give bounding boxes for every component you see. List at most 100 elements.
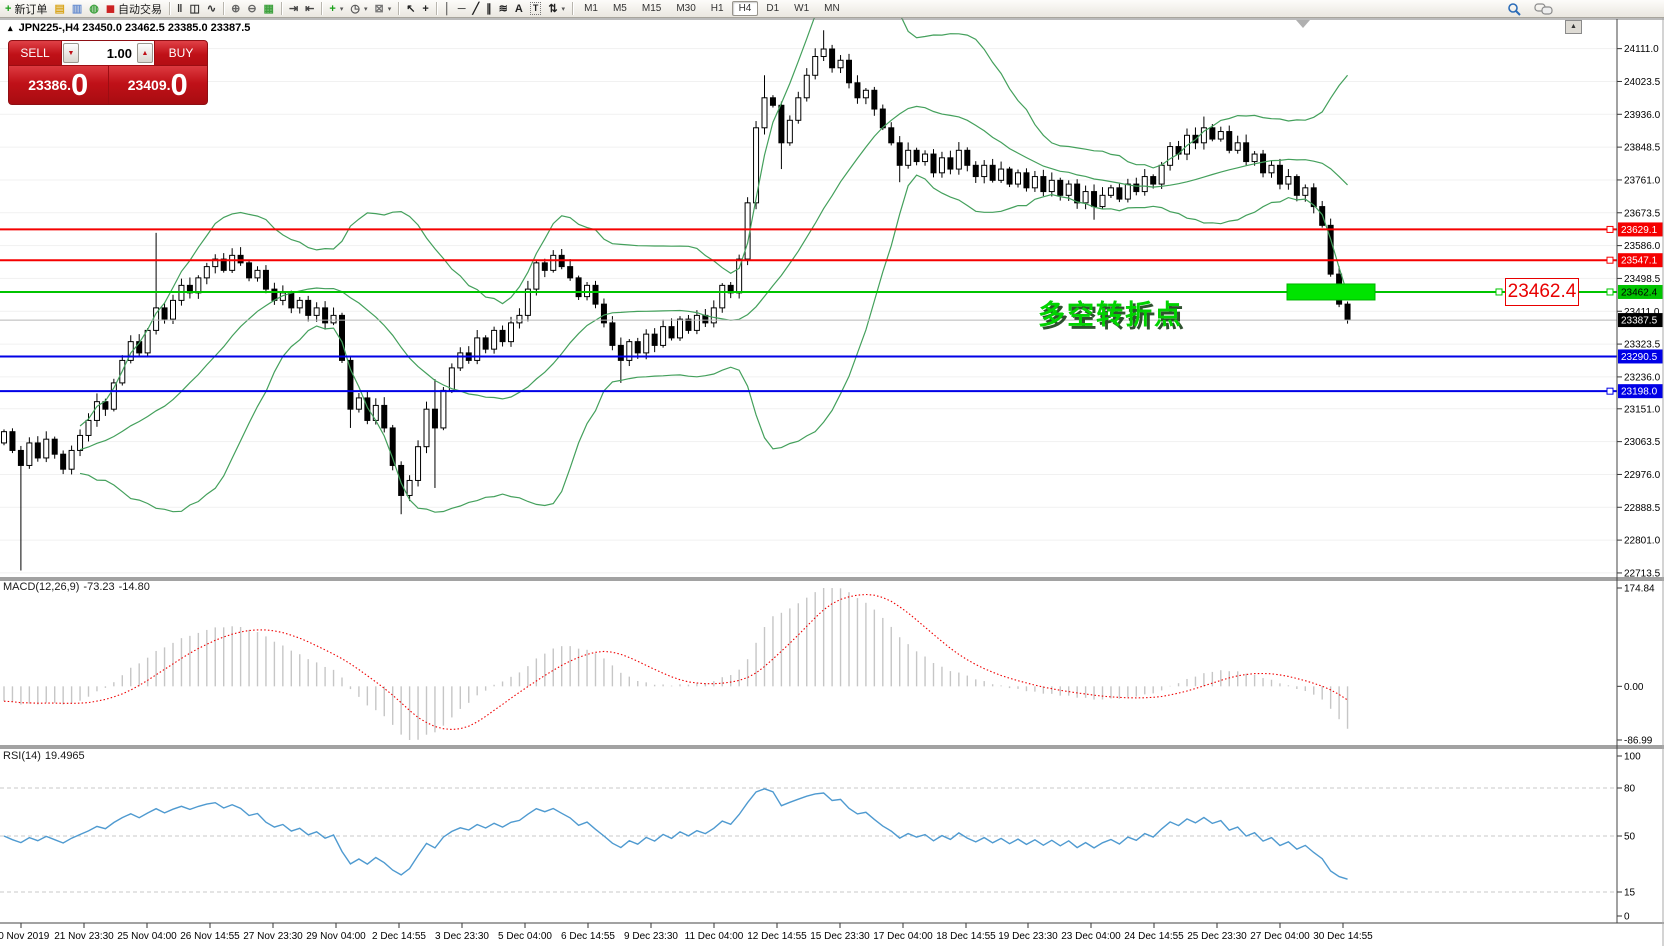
crosshair-button[interactable]: + — [419, 1, 431, 17]
svg-text:23 Dec 04:00: 23 Dec 04:00 — [1061, 931, 1121, 942]
chevron-down-icon: ▾ — [340, 5, 344, 13]
svg-text:23462.4: 23462.4 — [1621, 287, 1658, 298]
timeframe-d1-button[interactable]: D1 — [759, 1, 786, 16]
label-button[interactable]: T — [527, 1, 545, 17]
timeframe-m30-button[interactable]: M30 — [669, 1, 702, 16]
cursor-button[interactable]: ↖ — [403, 1, 418, 17]
scroll-up-button[interactable]: ▲ — [1565, 20, 1582, 34]
panel-borders — [0, 0, 1664, 946]
tile-windows-button[interactable]: ▦ — [261, 1, 277, 17]
timeframe-mn-button[interactable]: MN — [817, 1, 847, 16]
fibonacci-button[interactable]: ≋ — [496, 1, 511, 17]
search-icon[interactable] — [1506, 2, 1522, 16]
volume-increase-button[interactable]: ▲ — [137, 43, 153, 63]
chat-icon[interactable] — [1534, 2, 1554, 16]
timeframe-m5-button[interactable]: M5 — [606, 1, 634, 16]
vline-button[interactable]: │ — [441, 1, 454, 17]
signals-icon[interactable]: ◍ — [86, 1, 102, 17]
panel-collapse-icon[interactable]: ▴ — [8, 23, 13, 33]
chevron-down-icon: ▾ — [388, 5, 392, 13]
svg-text:15 Dec 23:30: 15 Dec 23:30 — [810, 931, 870, 942]
highlight-rect[interactable] — [1287, 284, 1375, 300]
hlines — [0, 229, 1617, 391]
trendline-button[interactable]: ╱ — [470, 1, 483, 17]
buy-button[interactable]: 23409.0 — [109, 66, 208, 104]
svg-text:15: 15 — [1624, 888, 1636, 899]
indicators-icon: + — [329, 2, 335, 16]
svg-text:22888.5: 22888.5 — [1624, 503, 1661, 514]
autotrade-icon: ◼ — [106, 2, 115, 16]
periods-button[interactable]: ◷▾ — [347, 1, 370, 17]
hline-icon: ─ — [458, 2, 466, 16]
volume-input[interactable]: 1.00 — [80, 46, 136, 61]
buy-header[interactable]: BUY — [155, 41, 207, 65]
candle-chart-button[interactable]: ◫ — [186, 1, 202, 17]
svg-text:23761.0: 23761.0 — [1624, 175, 1661, 186]
timeframe-h1-button[interactable]: H1 — [704, 1, 731, 16]
svg-text:23673.5: 23673.5 — [1624, 208, 1661, 219]
svg-text:174.84: 174.84 — [1624, 584, 1655, 595]
crosshair-icon: + — [422, 2, 428, 16]
svg-text:23198.0: 23198.0 — [1621, 387, 1658, 398]
line-chart-button[interactable]: ∿ — [204, 1, 219, 17]
svg-text:100: 100 — [1624, 752, 1641, 763]
timeframe-m15-button[interactable]: M15 — [635, 1, 668, 16]
svg-text:11 Dec 04:00: 11 Dec 04:00 — [685, 931, 744, 942]
svg-text:24023.5: 24023.5 — [1624, 77, 1661, 88]
community-icon-icon: ▥ — [72, 2, 82, 16]
macd-axis: 174.840.00-86.99 — [1617, 584, 1655, 747]
svg-text:26 Nov 14:55: 26 Nov 14:55 — [180, 931, 240, 942]
svg-text:23151.0: 23151.0 — [1624, 404, 1661, 415]
autotrade-button-label: 自动交易 — [118, 1, 162, 17]
price-axis: 24111.024023.523936.023848.523761.023673… — [1617, 44, 1661, 579]
label-icon: T — [530, 2, 542, 15]
chart-window-icon[interactable]: ▤ — [51, 1, 67, 17]
svg-text:30 Dec 14:55: 30 Dec 14:55 — [1313, 931, 1373, 942]
arrows-button[interactable]: ⇅▾ — [545, 1, 568, 17]
zoom-out-button[interactable]: ⊖ — [244, 1, 259, 17]
community-icon[interactable]: ▥ — [69, 1, 85, 17]
templates-icon: ⊠ — [374, 2, 383, 16]
chevron-down-icon: ▾ — [562, 5, 566, 13]
templates-button[interactable]: ⊠▾ — [371, 1, 394, 17]
rsi-line — [4, 789, 1348, 879]
channel-button[interactable]: ∥ — [483, 1, 495, 17]
volume-decrease-button[interactable]: ▼ — [63, 43, 79, 63]
chart-shift-button[interactable]: ⇤ — [302, 1, 317, 17]
price-level-label[interactable]: 23462.4 — [1505, 278, 1579, 306]
one-click-trading-panel: SELL ▼ 1.00 ▲ BUY 23386.0 23409.0 — [8, 40, 208, 105]
chart-window-icon-icon: ▤ — [54, 2, 64, 16]
sell-header[interactable]: SELL — [9, 41, 61, 65]
toolbar-separator — [398, 2, 399, 15]
toolbar-separator — [169, 2, 170, 15]
macd-label: MACD(12,26,9)-73.23-14.80 — [3, 581, 154, 593]
timeframe-h4-button[interactable]: H4 — [732, 1, 759, 16]
text-button[interactable]: A — [512, 1, 526, 17]
svg-text:23936.0: 23936.0 — [1624, 110, 1661, 121]
new-order-button[interactable]: +新订单 — [2, 1, 50, 17]
chart-shift-marker[interactable] — [1296, 20, 1310, 28]
svg-text:23387.5: 23387.5 — [1621, 316, 1658, 327]
indicators-button[interactable]: +▾ — [326, 1, 346, 17]
sell-button[interactable]: 23386.0 — [9, 66, 108, 104]
toolbar: +新订单▤▥◍◼自动交易‖◫∿⊕⊖▦⇥⇤+▾◷▾⊠▾↖+│─╱∥≋AT⇅▾M1M… — [0, 0, 1664, 18]
line-chart-icon: ∿ — [207, 2, 216, 16]
svg-text:9 Dec 23:30: 9 Dec 23:30 — [624, 931, 678, 942]
timeframe-w1-button[interactable]: W1 — [787, 1, 816, 16]
svg-text:24111.0: 24111.0 — [1624, 44, 1659, 55]
candle-chart-icon: ◫ — [189, 2, 199, 16]
annotation-text: 多空转折点 — [1038, 293, 1183, 332]
rsi-label: RSI(14)19.4965 — [3, 750, 89, 762]
hline-button[interactable]: ─ — [455, 1, 469, 17]
bar-chart-button[interactable]: ‖ — [174, 1, 185, 17]
svg-text:23498.5: 23498.5 — [1624, 274, 1661, 285]
auto-scroll-button[interactable]: ⇥ — [286, 1, 301, 17]
timeframe-m1-button[interactable]: M1 — [577, 1, 605, 16]
svg-text:22976.0: 22976.0 — [1624, 470, 1661, 481]
zoom-in-button[interactable]: ⊕ — [228, 1, 243, 17]
toolbar-separator — [436, 2, 437, 15]
fibonacci-icon: ≋ — [499, 2, 508, 16]
autotrade-button[interactable]: ◼自动交易 — [103, 1, 165, 17]
signals-icon-icon: ◍ — [89, 2, 99, 16]
ohlc-values: 23450.0 23462.5 23385.0 23387.5 — [82, 22, 250, 34]
